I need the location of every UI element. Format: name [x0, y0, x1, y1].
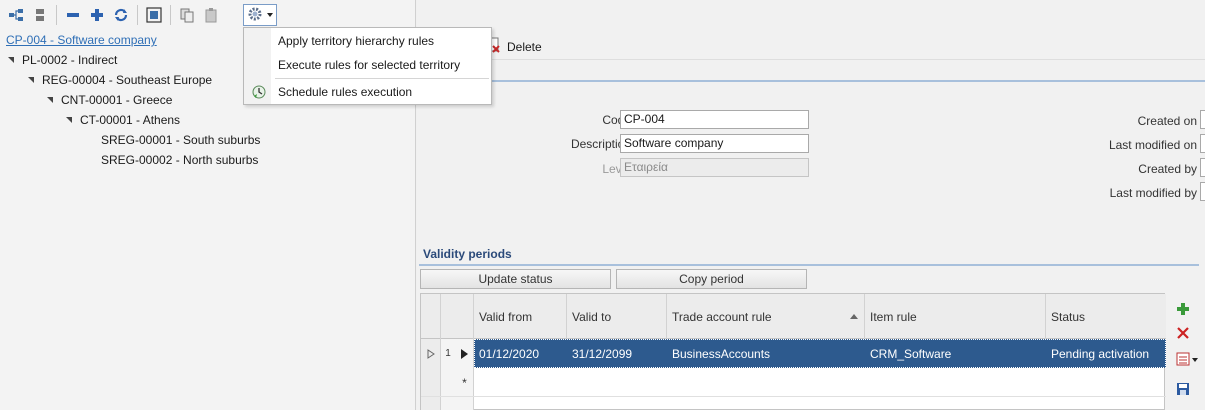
rules-menu: Apply territory hierarchy rules Execute … — [243, 27, 492, 105]
expand-arrow-icon[interactable] — [47, 97, 53, 103]
level-field: Εταιρεία — [620, 158, 809, 177]
details-icon[interactable] — [30, 5, 50, 25]
copy-period-button[interactable]: Copy period — [616, 269, 807, 289]
delete-button[interactable]: Delete — [487, 37, 542, 56]
refresh-icon[interactable] — [111, 5, 131, 25]
column-header-status[interactable]: Status — [1046, 294, 1166, 339]
created-on-field[interactable] — [1200, 110, 1205, 129]
menu-item-execute-rules[interactable]: Execute rules for selected territory — [245, 54, 491, 76]
tree-node-label: SREG-00002 - North suburbs — [101, 153, 259, 167]
tree-root-link[interactable]: CP-004 - Software company — [6, 33, 157, 47]
schedule-icon — [251, 84, 267, 103]
tree-node-label: PL-0002 - Indirect — [22, 53, 118, 67]
table-row[interactable]: 1 01/12/2020 31/12/2099 BusinessAccounts… — [421, 339, 1166, 368]
expand-arrow-icon[interactable] — [66, 117, 72, 123]
hierarchy-icon[interactable] — [6, 5, 26, 25]
tree-node[interactable]: CT-00001 - Athens — [66, 110, 180, 130]
cell-trade-account-rule[interactable]: BusinessAccounts — [667, 339, 865, 368]
validity-periods-title: Validity periods — [423, 247, 512, 261]
expand-arrow-icon[interactable] — [28, 77, 34, 83]
column-header-valid-to[interactable]: Valid to — [567, 294, 667, 339]
territory-detail-pane: Delete Code CP-004 Description Software … — [417, 0, 1205, 410]
column-header-trade-account-rule[interactable]: Trade account rule — [667, 294, 865, 339]
tree-node-label: SREG-00001 - South suburbs — [101, 133, 261, 147]
cell-status[interactable]: Pending activation — [1046, 339, 1166, 368]
code-field[interactable]: CP-004 — [620, 110, 809, 129]
last-modified-by-field[interactable] — [1200, 182, 1205, 201]
cell-valid-from[interactable]: 01/12/2020 — [474, 339, 567, 368]
description-field[interactable]: Software company — [620, 134, 809, 153]
menu-item-label: Execute rules for selected territory — [278, 58, 461, 72]
tree-node[interactable]: REG-00004 - Southeast Europe — [28, 70, 212, 90]
gear-icon — [247, 6, 263, 25]
toolbar-separator — [170, 5, 171, 25]
row-expand-icon[interactable] — [421, 339, 441, 368]
rules-dropdown-button[interactable] — [243, 4, 277, 26]
tree-node[interactable]: SREG-00001 - South suburbs — [101, 130, 260, 150]
header-corner — [421, 294, 441, 339]
delete-row-x-icon[interactable] — [1174, 324, 1192, 342]
expand-arrow-icon[interactable] — [8, 57, 14, 63]
add-plus-icon[interactable] — [87, 5, 107, 25]
last-modified-on-field[interactable] — [1200, 134, 1205, 153]
section-divider — [417, 80, 1205, 82]
menu-separator — [275, 78, 489, 79]
sort-ascending-icon — [850, 314, 858, 319]
current-row-arrow-icon — [455, 339, 474, 368]
column-header-valid-from[interactable]: Valid from — [474, 294, 567, 339]
validity-periods-grid: Valid from Valid to Trade account rule I… — [420, 293, 1166, 410]
toolbar-separator — [56, 5, 57, 25]
paste-icon[interactable] — [201, 5, 221, 25]
select-frame-icon[interactable] — [144, 5, 164, 25]
column-header-item-rule[interactable]: Item rule — [865, 294, 1046, 339]
tree-node[interactable]: CNT-00001 - Greece — [47, 90, 172, 110]
header-corner — [441, 294, 474, 339]
menu-item-apply-hierarchy-rules[interactable]: Apply territory hierarchy rules — [245, 30, 491, 52]
row-number: 1 — [445, 348, 451, 359]
new-row[interactable]: * — [421, 368, 1166, 397]
new-row-marker: * — [462, 375, 467, 390]
section-divider — [419, 264, 1199, 266]
last-modified-by-label: Last modified by — [1109, 186, 1197, 200]
grid-header: Valid from Valid to Trade account rule I… — [421, 294, 1166, 339]
menu-item-schedule-rules[interactable]: Schedule rules execution — [245, 81, 491, 103]
delete-label: Delete — [507, 39, 542, 54]
cell-item-rule[interactable]: CRM_Software — [865, 339, 1046, 368]
export-dropdown-icon[interactable] — [1174, 350, 1200, 368]
save-icon[interactable] — [1174, 380, 1192, 398]
copy-icon[interactable] — [177, 5, 197, 25]
tree-node[interactable]: SREG-00002 - North suburbs — [101, 150, 258, 170]
tree-toolbar — [0, 0, 416, 30]
created-on-label: Created on — [1137, 114, 1197, 128]
toolbar-separator — [137, 5, 138, 25]
tree-node-label: CNT-00001 - Greece — [61, 93, 173, 107]
add-row-plus-icon[interactable] — [1174, 300, 1192, 318]
tree-node[interactable]: PL-0002 - Indirect — [8, 50, 117, 70]
chevron-down-icon — [267, 13, 273, 17]
grid-side-toolbar — [1168, 296, 1198, 410]
detail-toolbar: Delete — [417, 30, 1205, 60]
last-modified-on-label: Last modified on — [1108, 138, 1197, 152]
tree-node-label: REG-00004 - Southeast Europe — [42, 73, 213, 87]
menu-item-label: Apply territory hierarchy rules — [278, 34, 435, 48]
created-by-label: Created by — [1138, 162, 1197, 176]
update-status-button[interactable]: Update status — [420, 269, 611, 289]
cell-valid-to[interactable]: 31/12/2099 — [567, 339, 667, 368]
created-by-field[interactable] — [1200, 158, 1205, 177]
tree-node-label: CT-00001 - Athens — [80, 113, 181, 127]
column-header-label: Trade account rule — [672, 309, 772, 324]
menu-item-label: Schedule rules execution — [278, 85, 413, 99]
collapse-minus-icon[interactable] — [63, 5, 83, 25]
